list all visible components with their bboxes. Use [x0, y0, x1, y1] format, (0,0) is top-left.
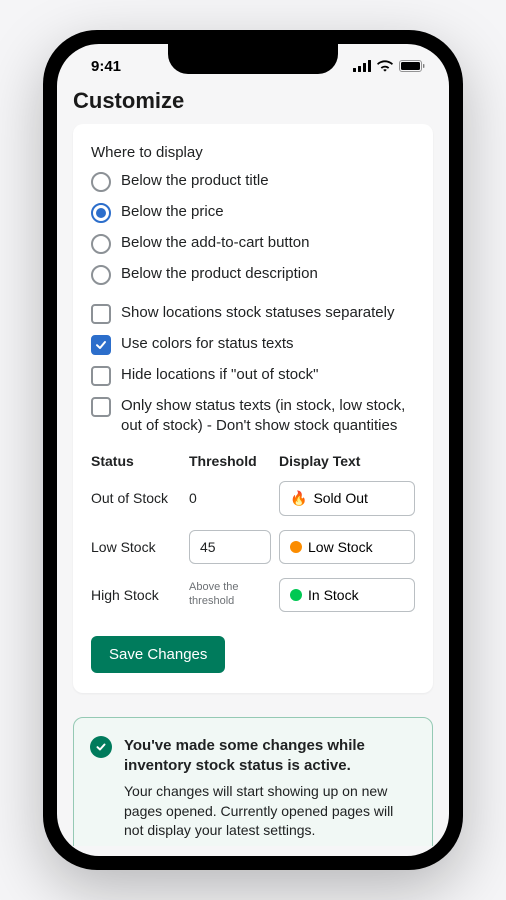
checkbox-label: Show locations stock statuses separately: [121, 303, 394, 323]
status-dot-icon: [290, 541, 302, 553]
radio-label: Below the product title: [121, 171, 269, 191]
status-name: High Stock: [91, 587, 181, 603]
display-text-input[interactable]: 🔥 Sold Out: [279, 481, 415, 516]
radio-icon: [91, 203, 111, 223]
table-row-out-of-stock: Out of Stock 0 🔥 Sold Out: [91, 481, 415, 516]
status-dot-icon: [290, 589, 302, 601]
col-header-display: Display Text: [279, 453, 415, 469]
save-changes-button[interactable]: Save Changes: [91, 636, 225, 673]
table-row-low-stock: Low Stock 45 Low Stock: [91, 530, 415, 564]
checkbox-icon: [91, 397, 111, 417]
display-text-value: Low Stock: [308, 539, 373, 555]
display-text-value: Sold Out: [313, 490, 367, 506]
radio-icon: [91, 234, 111, 254]
threshold-value: 0: [189, 490, 271, 506]
wifi-icon: [377, 60, 393, 72]
radio-label: Below the add-to-cart button: [121, 233, 309, 253]
status-indicators: [353, 60, 425, 72]
status-name: Low Stock: [91, 539, 181, 555]
fire-icon: 🔥: [290, 490, 307, 507]
settings-card: Where to display Below the product title…: [73, 124, 433, 693]
where-to-display-label: Where to display: [91, 144, 415, 161]
radio-below-title[interactable]: Below the product title: [91, 171, 415, 192]
display-text-input[interactable]: Low Stock: [279, 530, 415, 564]
battery-icon: [399, 60, 425, 72]
col-header-status: Status: [91, 453, 181, 469]
status-name: Out of Stock: [91, 490, 181, 506]
checkbox-use-colors[interactable]: Use colors for status texts: [91, 334, 415, 355]
checkbox-label: Use colors for status texts: [121, 334, 294, 354]
status-table: Status Threshold Display Text Out of Sto…: [91, 453, 415, 612]
changes-notice: You've made some changes while inventory…: [73, 717, 433, 847]
check-circle-icon: [90, 736, 112, 758]
checkbox-icon: [91, 366, 111, 386]
display-text-input[interactable]: In Stock: [279, 578, 415, 612]
checkbox-icon: [91, 304, 111, 324]
col-header-threshold: Threshold: [189, 453, 271, 469]
threshold-note: Above the threshold: [189, 581, 271, 607]
checkbox-icon: [91, 335, 111, 355]
radio-label: Below the price: [121, 202, 224, 222]
threshold-input[interactable]: 45: [189, 530, 271, 564]
signal-icon: [353, 60, 371, 72]
radio-icon: [91, 265, 111, 285]
display-text-value: In Stock: [308, 587, 359, 603]
radio-below-price[interactable]: Below the price: [91, 202, 415, 223]
checkbox-label: Only show status texts (in stock, low st…: [121, 396, 415, 437]
radio-below-cart[interactable]: Below the add-to-cart button: [91, 233, 415, 254]
page-header: Customize: [57, 88, 449, 124]
checkbox-label: Hide locations if "out of stock": [121, 365, 318, 385]
page-title: Customize: [73, 88, 433, 114]
checkbox-separate-locations[interactable]: Show locations stock statuses separately: [91, 303, 415, 324]
checkbox-only-status-texts[interactable]: Only show status texts (in stock, low st…: [91, 396, 415, 437]
notice-body: Your changes will start showing up on ne…: [124, 782, 416, 841]
threshold-value: 45: [200, 539, 216, 555]
radio-below-description[interactable]: Below the product description: [91, 264, 415, 285]
radio-icon: [91, 172, 111, 192]
checkbox-hide-oos[interactable]: Hide locations if "out of stock": [91, 365, 415, 386]
table-row-high-stock: High Stock Above the threshold In Stock: [91, 578, 415, 612]
status-time: 9:41: [81, 58, 121, 75]
radio-label: Below the product description: [121, 264, 318, 284]
notice-title: You've made some changes while inventory…: [124, 736, 416, 777]
